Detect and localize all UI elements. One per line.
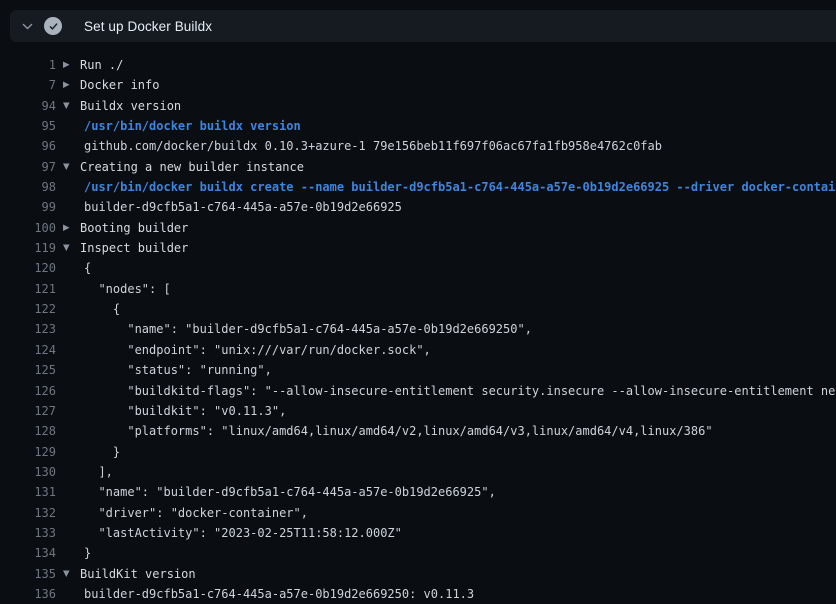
- log-line-row: 121 "nodes": [: [0, 279, 836, 299]
- log-group-row[interactable]: 135▼BuildKit version: [0, 564, 836, 584]
- log-line-row: 120{: [0, 258, 836, 278]
- log-output-text: "name": "builder-d9cfb5a1-c764-445a-a57e…: [56, 319, 836, 339]
- triangle-collapsed-icon[interactable]: ▶: [56, 55, 80, 75]
- log-line-row: 130 ],: [0, 462, 836, 482]
- log-group-row[interactable]: 100▶Booting builder: [0, 218, 836, 238]
- line-number[interactable]: 133: [0, 523, 56, 543]
- line-number[interactable]: 99: [0, 197, 56, 217]
- line-number[interactable]: 7: [0, 75, 56, 95]
- log-group-row[interactable]: 94▼Buildx version: [0, 96, 836, 116]
- log-output-panel: 1▶Run ./7▶Docker info94▼Buildx version95…: [0, 42, 836, 604]
- line-number[interactable]: 125: [0, 360, 56, 380]
- step-title: Set up Docker Buildx: [84, 19, 212, 34]
- log-group-title: Creating a new builder instance: [80, 157, 836, 177]
- line-number[interactable]: 94: [0, 96, 56, 116]
- log-line-row: 123 "name": "builder-d9cfb5a1-c764-445a-…: [0, 319, 836, 339]
- line-number[interactable]: 136: [0, 584, 56, 604]
- step-header-set-up-docker-buildx[interactable]: Set up Docker Buildx: [10, 10, 836, 42]
- log-line-row: 131 "name": "builder-d9cfb5a1-c764-445a-…: [0, 482, 836, 502]
- line-number[interactable]: 119: [0, 238, 56, 258]
- status-success-icon: [44, 10, 70, 42]
- line-number[interactable]: 130: [0, 462, 56, 482]
- triangle-expanded-icon[interactable]: ▼: [56, 564, 80, 584]
- log-output-text: "buildkitd-flags": "--allow-insecure-ent…: [56, 381, 836, 401]
- log-group-row[interactable]: 97▼Creating a new builder instance: [0, 157, 836, 177]
- log-line-row: 136builder-d9cfb5a1-c764-445a-a57e-0b19d…: [0, 584, 836, 604]
- log-line-row: 132 "driver": "docker-container",: [0, 503, 836, 523]
- log-group-row[interactable]: 119▼Inspect builder: [0, 238, 836, 258]
- log-output-text: {: [56, 258, 836, 278]
- log-output-text: "nodes": [: [56, 279, 836, 299]
- line-number[interactable]: 96: [0, 136, 56, 156]
- log-group-title: Buildx version: [80, 96, 836, 116]
- log-output-text: builder-d9cfb5a1-c764-445a-a57e-0b19d2e6…: [56, 584, 836, 604]
- line-number[interactable]: 126: [0, 381, 56, 401]
- log-group-title: BuildKit version: [80, 564, 836, 584]
- line-number[interactable]: 128: [0, 421, 56, 441]
- triangle-collapsed-icon[interactable]: ▶: [56, 218, 80, 238]
- log-line-row: 124 "endpoint": "unix:///var/run/docker.…: [0, 340, 836, 360]
- line-number[interactable]: 134: [0, 543, 56, 563]
- log-command-text: /usr/bin/docker buildx create --name bui…: [56, 177, 836, 197]
- log-group-title: Booting builder: [80, 218, 836, 238]
- log-group-title: Run ./: [80, 55, 836, 75]
- log-output-text: }: [56, 543, 836, 563]
- log-line-row: 128 "platforms": "linux/amd64,linux/amd6…: [0, 421, 836, 441]
- log-output-text: ],: [56, 462, 836, 482]
- line-number[interactable]: 122: [0, 299, 56, 319]
- log-line-row: 133 "lastActivity": "2023-02-25T11:58:12…: [0, 523, 836, 543]
- line-number[interactable]: 123: [0, 319, 56, 339]
- log-output-text: builder-d9cfb5a1-c764-445a-a57e-0b19d2e6…: [56, 197, 836, 217]
- line-number[interactable]: 121: [0, 279, 56, 299]
- log-group-title: Docker info: [80, 75, 836, 95]
- log-line-row: 122 {: [0, 299, 836, 319]
- line-number[interactable]: 129: [0, 442, 56, 462]
- log-output-text: "buildkit": "v0.11.3",: [56, 401, 836, 421]
- line-number[interactable]: 1: [0, 55, 56, 75]
- triangle-expanded-icon[interactable]: ▼: [56, 157, 80, 177]
- log-output-text: {: [56, 299, 836, 319]
- triangle-expanded-icon[interactable]: ▼: [56, 238, 80, 258]
- log-group-row[interactable]: 1▶Run ./: [0, 55, 836, 75]
- log-line-row: 95/usr/bin/docker buildx version: [0, 116, 836, 136]
- log-line-row: 96github.com/docker/buildx 0.10.3+azure-…: [0, 136, 836, 156]
- log-output-text: github.com/docker/buildx 0.10.3+azure-1 …: [56, 136, 836, 156]
- log-line-row: 125 "status": "running",: [0, 360, 836, 380]
- line-number[interactable]: 120: [0, 258, 56, 278]
- line-number[interactable]: 131: [0, 482, 56, 502]
- line-number[interactable]: 100: [0, 218, 56, 238]
- triangle-expanded-icon[interactable]: ▼: [56, 96, 80, 116]
- chevron-down-icon[interactable]: [10, 10, 44, 42]
- log-line-row: 127 "buildkit": "v0.11.3",: [0, 401, 836, 421]
- line-number[interactable]: 132: [0, 503, 56, 523]
- log-line-row: 126 "buildkitd-flags": "--allow-insecure…: [0, 381, 836, 401]
- log-output-text: "lastActivity": "2023-02-25T11:58:12.000…: [56, 523, 836, 543]
- triangle-collapsed-icon[interactable]: ▶: [56, 75, 80, 95]
- line-number[interactable]: 124: [0, 340, 56, 360]
- log-output-text: }: [56, 442, 836, 462]
- line-number[interactable]: 135: [0, 564, 56, 584]
- log-output-text: "name": "builder-d9cfb5a1-c764-445a-a57e…: [56, 482, 836, 502]
- log-line-row: 129 }: [0, 442, 836, 462]
- line-number[interactable]: 127: [0, 401, 56, 421]
- log-output-text: "platforms": "linux/amd64,linux/amd64/v2…: [56, 421, 836, 441]
- log-group-row[interactable]: 7▶Docker info: [0, 75, 836, 95]
- log-output-text: "driver": "docker-container",: [56, 503, 836, 523]
- log-line-row: 134}: [0, 543, 836, 563]
- log-output-text: "endpoint": "unix:///var/run/docker.sock…: [56, 340, 836, 360]
- line-number[interactable]: 95: [0, 116, 56, 136]
- log-group-title: Inspect builder: [80, 238, 836, 258]
- log-line-row: 99builder-d9cfb5a1-c764-445a-a57e-0b19d2…: [0, 197, 836, 217]
- line-number[interactable]: 97: [0, 157, 56, 177]
- line-number[interactable]: 98: [0, 177, 56, 197]
- log-line-row: 98/usr/bin/docker buildx create --name b…: [0, 177, 836, 197]
- log-output-text: "status": "running",: [56, 360, 836, 380]
- log-command-text: /usr/bin/docker buildx version: [56, 116, 836, 136]
